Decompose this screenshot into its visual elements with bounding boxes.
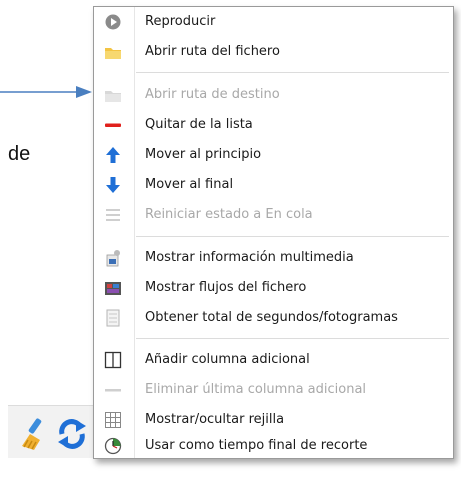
background-text: de [8,143,31,165]
menu-item-label: Mover al principio [145,147,262,162]
menu-item-eliminar-columna: Eliminar última columna adicional [94,377,453,403]
menu-item-label: Mover al final [145,177,234,192]
remove-icon [105,123,121,127]
broom-icon[interactable] [16,416,52,452]
folder-icon [105,48,121,59]
menu-item-label: Obtener total de segundos/fotogramas [145,310,398,325]
grid-icon [105,412,121,428]
context-menu: Reproducir Abrir ruta del fichero Abrir … [93,6,454,459]
play-icon [105,14,121,30]
reset-queue-icon [106,209,120,221]
menu-item-reproducir[interactable]: Reproducir [94,9,453,35]
remove-column-icon [105,389,121,392]
menu-item-label: Quitar de la lista [145,117,253,132]
folder-disabled-icon [105,91,121,102]
clock-icon [104,437,122,455]
menu-item-abrir-ruta-destino: Abrir ruta de destino [94,82,453,108]
menu-item-label: Mostrar flujos del fichero [145,280,307,295]
menu-item-label: Reproducir [145,14,216,29]
menu-item-mover-principio[interactable]: Mover al principio [94,142,453,168]
menu-item-reiniciar-estado: Reiniciar estado a En cola [94,202,453,228]
menu-item-abrir-ruta-fichero[interactable]: Abrir ruta del fichero [94,39,453,65]
refresh-icon[interactable] [54,416,90,452]
arrow-down-icon [106,177,120,193]
menu-item-anadir-columna[interactable]: Añadir columna adicional [94,347,453,373]
menu-separator [136,72,449,73]
menu-item-mover-final[interactable]: Mover al final [94,172,453,198]
menu-item-label: Reiniciar estado a En cola [145,207,313,222]
menu-item-label: Abrir ruta de destino [145,87,280,102]
arrow-up-icon [106,147,120,163]
menu-separator [136,236,449,237]
menu-item-quitar-lista[interactable]: Quitar de la lista [94,112,453,138]
menu-item-usar-tiempo-final[interactable]: Usar como tiempo final de recorte [94,433,453,459]
menu-item-label: Usar como tiempo final de recorte [145,438,368,453]
menu-item-mostrar-flujos[interactable]: Mostrar flujos del fichero [94,275,453,301]
menu-separator [136,338,449,339]
menu-item-label: Añadir columna adicional [145,352,310,367]
add-column-icon [104,351,122,369]
menu-item-label: Abrir ruta del fichero [145,44,280,59]
menu-item-mostrar-ocultar-rejilla[interactable]: Mostrar/ocultar rejilla [94,407,453,433]
frames-icon [106,309,120,327]
pointer-arrow [0,86,92,98]
menu-item-label: Mostrar/ocultar rejilla [145,412,285,427]
streams-icon [105,282,121,295]
menu-item-mostrar-info-multimedia[interactable]: Mostrar información multimedia [94,245,453,271]
menu-item-obtener-total-segundos[interactable]: Obtener total de segundos/fotogramas [94,305,453,331]
menu-item-label: Mostrar información multimedia [145,250,354,265]
media-info-icon [106,250,120,267]
menu-item-label: Eliminar última columna adicional [145,382,367,397]
